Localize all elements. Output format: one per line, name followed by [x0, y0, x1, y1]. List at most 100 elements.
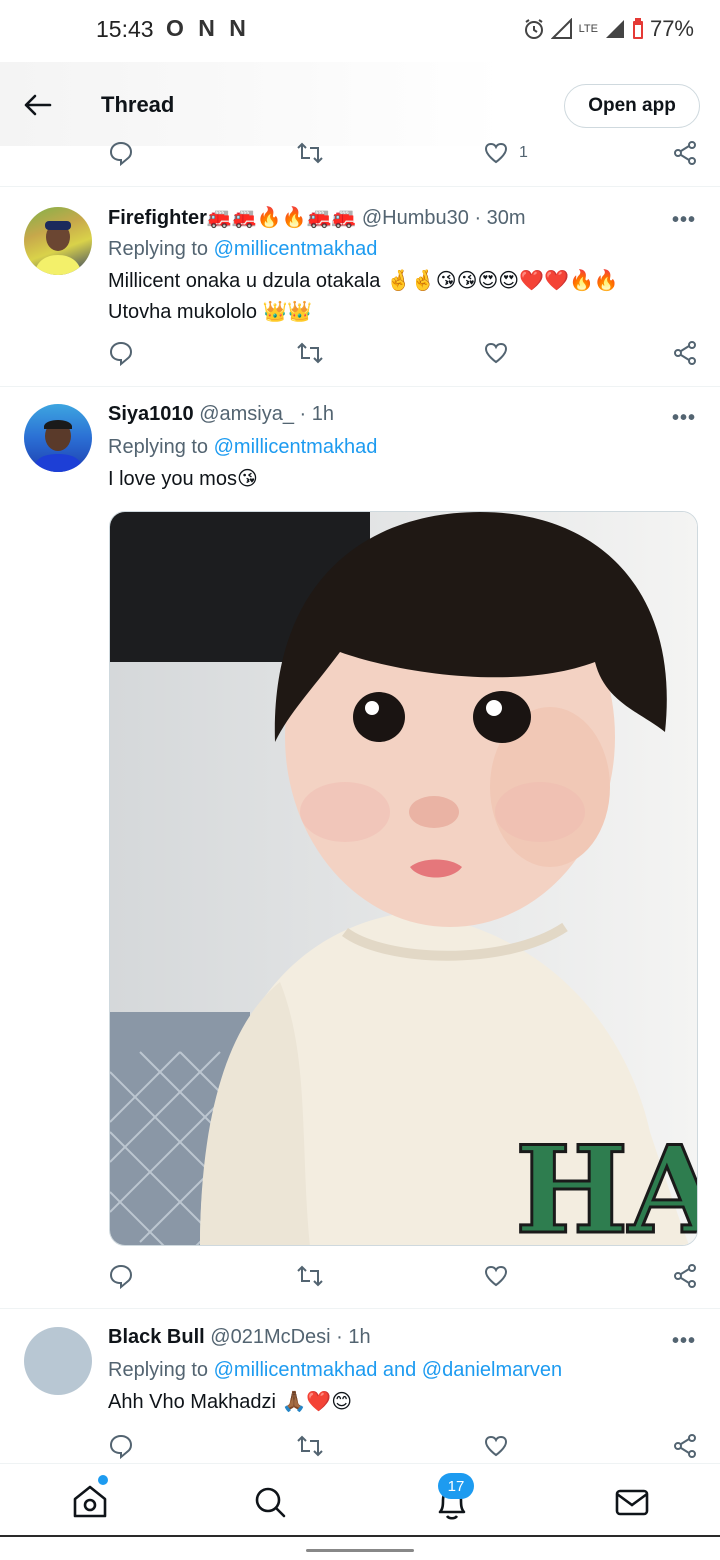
reply-icon: [109, 1264, 133, 1289]
share-button[interactable]: [673, 340, 697, 366]
more-options-button[interactable]: •••: [672, 1330, 696, 1353]
reply-icon: [109, 341, 133, 366]
signal-icon-2: [605, 20, 624, 38]
retweet-button[interactable]: [296, 140, 324, 166]
tweet-actions: [108, 1263, 700, 1293]
reply-button[interactable]: [108, 1263, 134, 1289]
tweet-photo[interactable]: HAWAI: [109, 511, 698, 1246]
divider: [0, 1308, 720, 1309]
display-name[interactable]: Firefighter🚒🚒🔥🔥🚒🚒: [108, 207, 356, 229]
like-button[interactable]: [483, 340, 509, 366]
tweet-black-bull[interactable]: Black Bull @021McDesi · 1h ••• Replying …: [0, 1326, 720, 1426]
battery-level: 77%: [649, 16, 694, 41]
reply-button[interactable]: [108, 340, 134, 366]
network-type: LTE: [578, 22, 598, 35]
tweet-actions: [108, 1433, 700, 1463]
retweet-icon: [297, 1435, 323, 1457]
mail-icon[interactable]: [612, 1482, 652, 1522]
mention-link[interactable]: @millicentmakhad and @danielmarven: [214, 1359, 563, 1381]
mention-link[interactable]: @millicentmakhad: [214, 238, 378, 260]
retweet-icon: [297, 342, 323, 364]
replying-to: Replying to @millicentmakhad and @daniel…: [108, 1359, 562, 1382]
home-notification-dot: [98, 1475, 108, 1485]
reply-button[interactable]: [108, 1433, 134, 1459]
tweet-text: Millicent onaka u dzula otakala 🤞🤞😘😘😍😍❤️…: [108, 266, 619, 328]
retweet-button[interactable]: [296, 1263, 324, 1289]
tweet-header: Siya1010 @amsiya_ · 1h: [108, 403, 334, 426]
tweet-actions-top: 1: [108, 140, 700, 170]
share-icon: [674, 141, 696, 165]
heart-icon: [484, 342, 508, 364]
like-button[interactable]: [483, 1433, 509, 1459]
divider: [0, 386, 720, 387]
like-button[interactable]: 1: [483, 140, 528, 166]
tweet-text: Ahh Vho Makhadzi 🙏🏾❤️😊: [108, 1387, 352, 1418]
reply-icon: [109, 141, 133, 166]
back-arrow-icon[interactable]: [20, 88, 54, 122]
tweet-text-line: Ahh Vho Makhadzi 🙏🏾❤️😊: [108, 1391, 353, 1413]
heart-icon: [484, 1265, 508, 1287]
timestamp[interactable]: · 1h: [336, 1326, 370, 1348]
status-bar: 15:43 O N N LTE 77%: [0, 0, 720, 62]
battery-icon: [632, 18, 643, 39]
user-handle[interactable]: @Humbu30: [362, 207, 469, 229]
page-title: Thread: [101, 92, 175, 117]
timestamp[interactable]: · 30m: [474, 207, 525, 229]
reply-icon: [109, 1434, 133, 1459]
bottom-navigation: [0, 1463, 720, 1535]
tweet-text-line: Utovha mukololo 👑👑: [108, 301, 313, 323]
share-icon: [674, 341, 696, 365]
status-time: 15:43: [96, 16, 154, 42]
mention-link[interactable]: @millicentmakhad: [214, 436, 378, 458]
replying-to: Replying to @millicentmakhad: [108, 238, 377, 261]
retweet-button[interactable]: [296, 1433, 324, 1459]
more-options-button[interactable]: •••: [672, 209, 696, 232]
share-button[interactable]: [673, 1433, 697, 1459]
heart-icon: [484, 142, 508, 164]
display-name[interactable]: Black Bull: [108, 1326, 205, 1348]
avatar[interactable]: [24, 207, 92, 275]
search-icon[interactable]: [250, 1482, 290, 1522]
status-app-icons: O N N: [166, 15, 250, 41]
thread-header: Thread Open app: [0, 62, 720, 146]
tweet-text-line: Millicent onaka u dzula otakala 🤞🤞😘😘😍😍❤️…: [108, 270, 619, 292]
child-photo-illustration: HAWAI: [110, 512, 698, 1246]
like-button[interactable]: [483, 1263, 509, 1289]
tweet-actions: [108, 340, 700, 370]
like-count: 1: [519, 144, 528, 161]
tweet-siya1010[interactable]: Siya1010 @amsiya_ · 1h ••• Replying to @…: [0, 403, 720, 503]
timestamp[interactable]: · 1h: [300, 403, 334, 425]
retweet-button[interactable]: [296, 340, 324, 366]
replying-to: Replying to @millicentmakhad: [108, 436, 377, 459]
retweet-icon: [297, 1265, 323, 1287]
retweet-icon: [297, 142, 323, 164]
reply-button[interactable]: [108, 140, 134, 166]
signal-icon: [550, 18, 572, 39]
share-button[interactable]: [673, 1263, 697, 1289]
replying-to-label: Replying to: [108, 1359, 214, 1381]
user-handle[interactable]: @021McDesi: [210, 1326, 330, 1348]
replying-to-label: Replying to: [108, 436, 214, 458]
share-button[interactable]: [673, 140, 697, 166]
avatar[interactable]: [24, 404, 92, 472]
user-handle[interactable]: @amsiya_: [199, 403, 294, 425]
divider: [0, 186, 720, 187]
more-options-button[interactable]: •••: [672, 407, 696, 430]
status-indicators: LTE 77%: [523, 16, 694, 42]
home-indicator[interactable]: [306, 1549, 414, 1552]
tweet-header: Firefighter🚒🚒🔥🔥🚒🚒 @Humbu30 · 30m: [108, 205, 526, 230]
open-app-button[interactable]: Open app: [564, 84, 700, 128]
home-icon[interactable]: [70, 1482, 110, 1522]
tweet-header: Black Bull @021McDesi · 1h: [108, 1326, 371, 1349]
share-icon: [674, 1434, 696, 1458]
alarm-icon: [524, 19, 543, 39]
notifications-badge: 17: [438, 1473, 474, 1499]
tweet-text: I love you mos😘: [108, 464, 258, 495]
share-icon: [674, 1264, 696, 1288]
heart-icon: [484, 1435, 508, 1457]
shirt-text: HAWAI: [515, 1120, 698, 1246]
avatar[interactable]: [24, 1327, 92, 1395]
tweet-text-line: I love you mos😘: [108, 468, 258, 490]
system-home-bar: [0, 1535, 720, 1560]
display-name[interactable]: Siya1010: [108, 403, 194, 425]
